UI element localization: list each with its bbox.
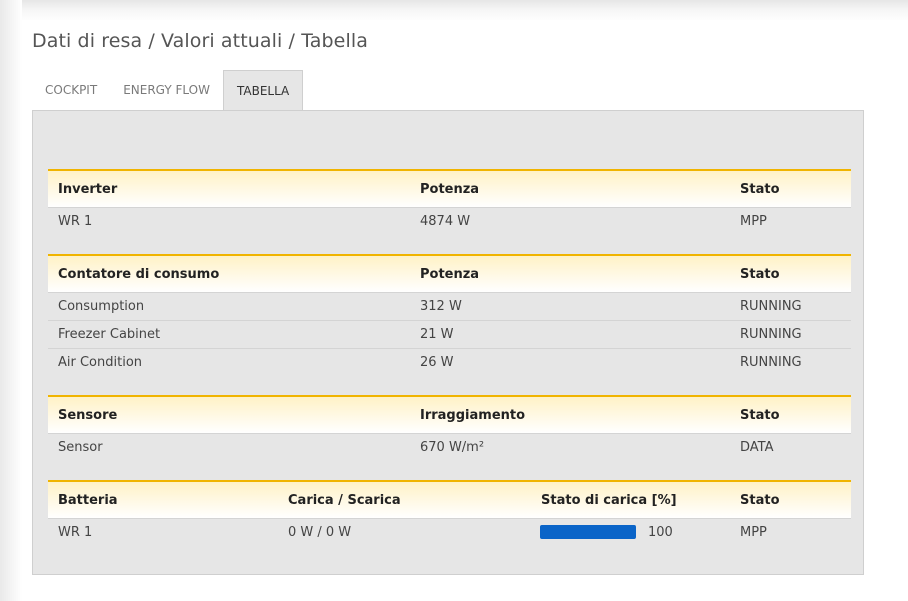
state-of-charge-bar [540, 525, 636, 539]
meter-name: Air Condition [58, 355, 143, 370]
inverter-col-power: Potenza [420, 182, 480, 197]
sensor-state: DATA [740, 440, 774, 455]
page-title: Dati di resa / Valori attuali / Tabella [32, 30, 368, 52]
battery-col-soc: Stato di carica [%] [541, 493, 677, 508]
tab-energy-flow[interactable]: ENERGY FLOW [110, 70, 223, 110]
battery-name: WR 1 [58, 525, 93, 540]
battery-col-state: Stato [740, 493, 780, 508]
consumption-col-name: Contatore di consumo [58, 267, 220, 282]
table-row: WR 1 4874 W MPP [48, 207, 851, 235]
inverter-header: Inverter Potenza Stato [48, 169, 851, 207]
inverter-power: 4874 W [420, 214, 471, 229]
table-row: Consumption 312 W RUNNING [48, 292, 851, 320]
inverter-name: WR 1 [58, 214, 93, 229]
sensor-col-irradiation: Irraggiamento [420, 408, 526, 423]
consumption-col-power: Potenza [420, 267, 480, 282]
battery-col-name: Batteria [58, 493, 118, 508]
meter-state: RUNNING [740, 299, 802, 314]
state-of-charge-fill [540, 525, 636, 539]
battery-header: Batteria Carica / Scarica Stato di caric… [48, 480, 851, 518]
inverter-col-name: Inverter [58, 182, 118, 197]
meter-name: Consumption [58, 299, 145, 314]
meter-state: RUNNING [740, 327, 802, 342]
consumption-col-state: Stato [740, 267, 780, 282]
battery-state: MPP [740, 525, 767, 540]
meter-power: 312 W [420, 299, 462, 314]
sensor-irradiation: 670 W/m² [420, 440, 485, 455]
tab-tabella[interactable]: TABELLA [222, 70, 304, 111]
battery-charge: 0 W / 0 W [288, 525, 352, 540]
consumption-header: Contatore di consumo Potenza Stato [48, 254, 851, 292]
table-row: Freezer Cabinet 21 W RUNNING [48, 320, 851, 348]
state-of-charge-value: 100 [648, 525, 673, 540]
consumption-table: Contatore di consumo Potenza Stato Consu… [48, 254, 851, 376]
sensor-table: Sensore Irraggiamento Stato Sensor 670 W… [48, 395, 851, 461]
inverter-col-state: Stato [740, 182, 780, 197]
battery-col-charge: Carica / Scarica [288, 493, 401, 508]
table-panel: Inverter Potenza Stato WR 1 4874 W MPP C… [32, 110, 864, 575]
table-row: WR 1 0 W / 0 W 100 MPP [48, 518, 851, 546]
sensor-col-state: Stato [740, 408, 780, 423]
inverter-table: Inverter Potenza Stato WR 1 4874 W MPP [48, 169, 851, 235]
sensor-col-name: Sensore [58, 408, 118, 423]
table-row: Air Condition 26 W RUNNING [48, 348, 851, 376]
sensor-header: Sensore Irraggiamento Stato [48, 395, 851, 433]
inverter-state: MPP [740, 214, 767, 229]
left-shadow [0, 0, 22, 601]
tab-bar: COCKPIT ENERGY FLOW TABELLA [32, 70, 304, 111]
page: Dati di resa / Valori attuali / Tabella … [0, 0, 908, 601]
meter-power: 21 W [420, 327, 454, 342]
meter-power: 26 W [420, 355, 454, 370]
table-row: Sensor 670 W/m² DATA [48, 433, 851, 461]
meter-state: RUNNING [740, 355, 802, 370]
battery-table: Batteria Carica / Scarica Stato di caric… [48, 480, 851, 546]
sensor-name: Sensor [58, 440, 103, 455]
tab-cockpit[interactable]: COCKPIT [32, 70, 110, 110]
meter-name: Freezer Cabinet [58, 327, 161, 342]
